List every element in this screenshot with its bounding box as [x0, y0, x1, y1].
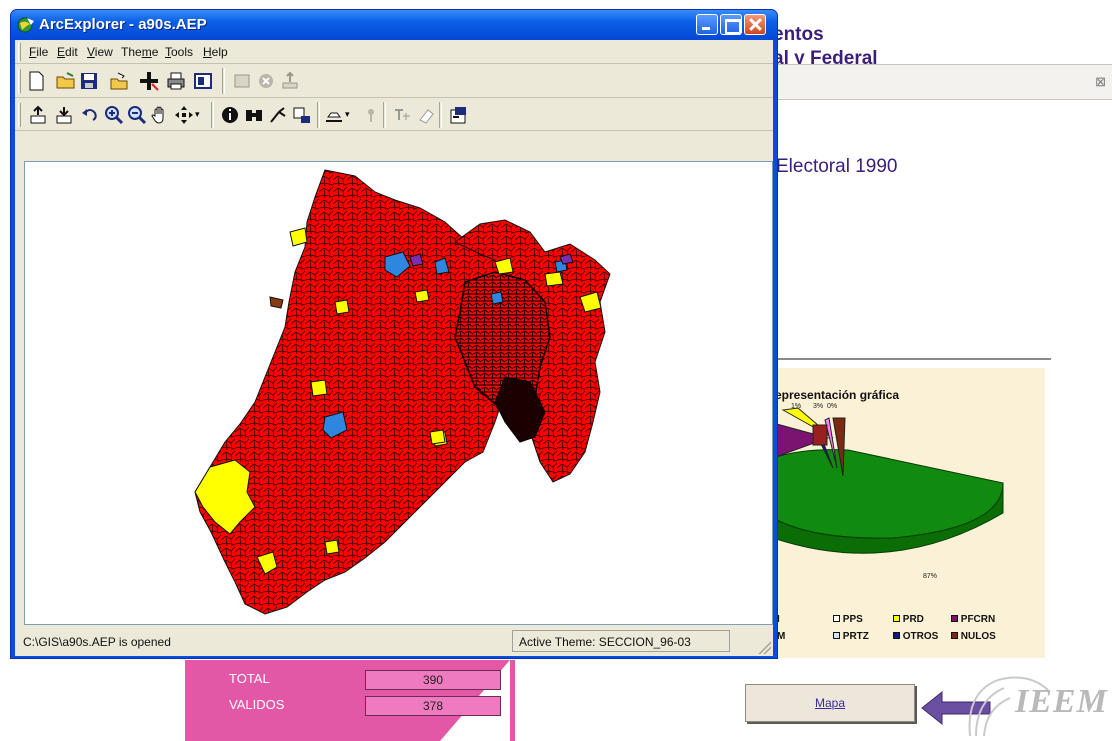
pie-label-2: 3% — [813, 403, 823, 410]
map-yellow-area — [324, 539, 340, 555]
resize-grip-icon[interactable] — [757, 640, 771, 654]
map-region-west — [194, 169, 506, 615]
map-blue-area — [490, 291, 504, 305]
close-button[interactable] — [744, 14, 766, 35]
total-label: TOTAL — [229, 671, 270, 686]
chart-title: epresentación gráfica — [775, 388, 900, 402]
map-yellow-area — [334, 299, 350, 315]
map-yellow-area — [544, 271, 564, 287]
open-project-icon[interactable] — [108, 70, 130, 92]
window-client: File Edit View Theme Tools Help ▾ ▾ C:\G… — [15, 40, 773, 656]
copy-icon[interactable] — [231, 70, 253, 92]
find-icon[interactable] — [243, 104, 265, 126]
point-icon[interactable] — [360, 104, 382, 126]
erase-icon[interactable] — [415, 104, 437, 126]
map-view[interactable] — [24, 161, 773, 625]
standard-toolbar — [15, 64, 773, 98]
properties-icon[interactable] — [447, 104, 469, 126]
open-folder-icon[interactable] — [55, 70, 77, 92]
status-message: C:\GIS\a90s.AEP is opened — [23, 635, 171, 649]
pie-label-3: 0% — [827, 403, 837, 410]
menu-tools[interactable]: Tools — [165, 45, 193, 59]
select-icon[interactable] — [291, 104, 313, 126]
total-value: 390 — [365, 670, 501, 690]
choropleth-map[interactable] — [25, 162, 773, 625]
toolbar-separator — [383, 102, 386, 128]
title-bar[interactable]: ArcExplorer - a90s.AEP — [11, 10, 777, 40]
map-yellow-area — [310, 379, 328, 397]
legend-item: OTROS — [893, 631, 938, 642]
menu-file-rest: ile — [36, 45, 49, 59]
theme-up-icon[interactable] — [27, 104, 49, 126]
legend-item: PFCRN — [951, 614, 995, 625]
maximize-button[interactable] — [720, 14, 742, 35]
section-heading: Electoral 1990 — [776, 156, 898, 177]
label-icon[interactable] — [391, 104, 413, 126]
save-icon[interactable] — [78, 70, 100, 92]
theme-down-icon[interactable] — [53, 104, 75, 126]
menu-bar: File Edit View Theme Tools Help — [15, 40, 773, 64]
page-title-line-1: entos — [773, 24, 824, 45]
undo-icon[interactable] — [79, 104, 101, 126]
pie-chart: 1% 3% 0% 87% epresentación gráfica I PPS… — [773, 368, 1045, 658]
query-icon[interactable] — [267, 104, 289, 126]
active-theme-status: Active Theme: SECCION_96-03 — [512, 630, 730, 652]
mapa-button[interactable]: Mapa — [745, 684, 915, 722]
chart-area: 1% 3% 0% 87% epresentación gráfica I PPS… — [773, 358, 1051, 662]
legend-item: NULOS — [951, 631, 996, 642]
status-bar: C:\GIS\a90s.AEP is opened Active Theme: … — [15, 628, 773, 656]
layout-icon[interactable] — [192, 70, 214, 92]
full-extent-icon[interactable] — [173, 104, 195, 126]
menu-theme[interactable]: Theme — [121, 45, 158, 59]
legend-item: M — [777, 631, 786, 642]
stop-icon[interactable] — [255, 70, 277, 92]
zoom-out-icon[interactable] — [126, 104, 148, 126]
chevron-down-icon[interactable]: ▾ — [345, 109, 350, 120]
background-dialog-header: ⊠ — [773, 64, 1112, 100]
pan-icon[interactable] — [149, 104, 171, 126]
toolbar-separator — [317, 102, 320, 128]
measure-icon[interactable] — [323, 104, 345, 126]
validos-value: 378 — [365, 696, 501, 716]
chevron-down-icon[interactable]: ▾ — [195, 109, 200, 120]
zoom-in-icon[interactable] — [103, 104, 125, 126]
toolbar-grip — [18, 69, 21, 93]
legend-item: PRTZ — [833, 631, 869, 642]
close-icon[interactable]: ⊠ — [1095, 74, 1106, 90]
pie-slice-small-6 — [812, 424, 828, 446]
window-title: ArcExplorer - a90s.AEP — [39, 16, 207, 33]
new-document-icon[interactable] — [25, 70, 47, 92]
toolbar-separator — [222, 68, 225, 94]
map-yellow-area — [429, 429, 446, 445]
menu-file[interactable]: File — [29, 45, 48, 59]
legend-item: PRD — [893, 614, 924, 625]
validos-label: VALIDOS — [229, 697, 285, 712]
identify-icon[interactable] — [219, 104, 241, 126]
menu-edit[interactable]: Edit — [57, 45, 78, 59]
map-yellow-area — [414, 289, 430, 303]
pie-label-1: 1% — [791, 403, 801, 410]
map-brown-area — [269, 296, 284, 309]
minimize-button[interactable] — [696, 14, 718, 35]
menu-view[interactable]: View — [87, 45, 113, 59]
menu-help[interactable]: Help — [203, 45, 228, 59]
pie-label-big: 87% — [923, 573, 937, 580]
toolbar-separator — [439, 102, 442, 128]
ieem-logo-text: IEEM — [1015, 683, 1108, 720]
print-icon[interactable] — [165, 70, 187, 92]
add-theme-icon[interactable] — [138, 70, 160, 92]
map-yellow-area — [289, 227, 308, 247]
export-icon[interactable] — [279, 70, 301, 92]
toolbar-separator — [211, 102, 214, 128]
arcexplorer-window[interactable]: ArcExplorer - a90s.AEP File Edit View Th… — [10, 9, 778, 659]
page-title-line-2: al y Federal — [773, 48, 878, 64]
menu-grip — [18, 43, 21, 61]
legend-item: PPS — [833, 614, 863, 625]
globe-app-icon — [17, 17, 34, 33]
toolbar-grip — [18, 103, 21, 127]
tools-toolbar: ▾ ▾ — [15, 98, 773, 131]
